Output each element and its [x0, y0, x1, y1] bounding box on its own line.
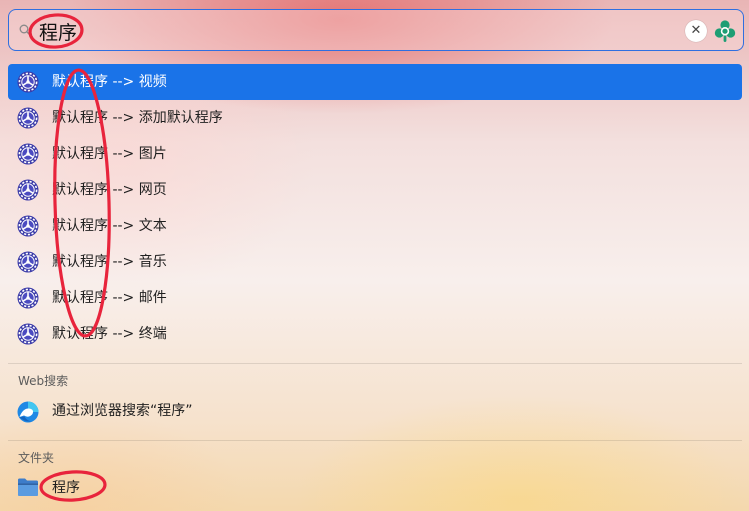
app-logo-icon[interactable]	[713, 19, 737, 43]
result-item-mail[interactable]: 默认程序 --> 邮件	[8, 280, 742, 316]
settings-gear-icon	[17, 251, 39, 273]
results-list: 默认程序 --> 视频 默认程序 --> 添加默认程序 默认程序 --> 图片 …	[0, 64, 749, 352]
result-label: 默认程序 --> 邮件	[52, 290, 167, 306]
result-label: 默认程序 --> 图片	[52, 146, 167, 162]
result-item-add-default[interactable]: 默认程序 --> 添加默认程序	[8, 100, 742, 136]
web-search-item[interactable]: 通过浏览器搜索“程序”	[8, 393, 742, 429]
result-label: 默认程序 --> 添加默认程序	[52, 110, 223, 126]
clear-search-button[interactable]: ✕	[685, 20, 707, 42]
result-item-text[interactable]: 默认程序 --> 文本	[8, 208, 742, 244]
settings-gear-icon	[17, 323, 39, 345]
result-label: 默认程序 --> 文本	[52, 218, 167, 234]
result-item-video[interactable]: 默认程序 --> 视频	[8, 64, 742, 100]
web-search-section-title: Web搜索	[18, 374, 69, 388]
search-input[interactable]	[39, 18, 639, 44]
folder-icon	[18, 478, 38, 496]
settings-gear-icon	[17, 143, 39, 165]
folder-item[interactable]: 程序	[8, 470, 742, 506]
settings-gear-icon	[17, 107, 39, 129]
search-bar[interactable]: ✕	[8, 9, 744, 51]
result-label: 默认程序 --> 音乐	[52, 254, 167, 270]
result-label: 默认程序 --> 终端	[52, 326, 167, 342]
browser-icon	[17, 401, 39, 423]
section-divider	[8, 440, 742, 441]
settings-gear-icon	[17, 287, 39, 309]
folder-label: 程序	[52, 480, 80, 496]
section-divider	[8, 363, 742, 364]
web-search-label: 通过浏览器搜索“程序”	[52, 403, 193, 419]
result-item-images[interactable]: 默认程序 --> 图片	[8, 136, 742, 172]
result-label: 默认程序 --> 视频	[52, 74, 167, 90]
result-item-web[interactable]: 默认程序 --> 网页	[8, 172, 742, 208]
settings-gear-icon	[17, 179, 39, 201]
result-item-music[interactable]: 默认程序 --> 音乐	[8, 244, 742, 280]
result-label: 默认程序 --> 网页	[52, 182, 167, 198]
search-icon	[19, 24, 31, 36]
settings-gear-icon	[17, 215, 39, 237]
result-item-terminal[interactable]: 默认程序 --> 终端	[8, 316, 742, 352]
settings-gear-icon	[17, 71, 39, 93]
folder-section-title: 文件夹	[18, 451, 55, 465]
